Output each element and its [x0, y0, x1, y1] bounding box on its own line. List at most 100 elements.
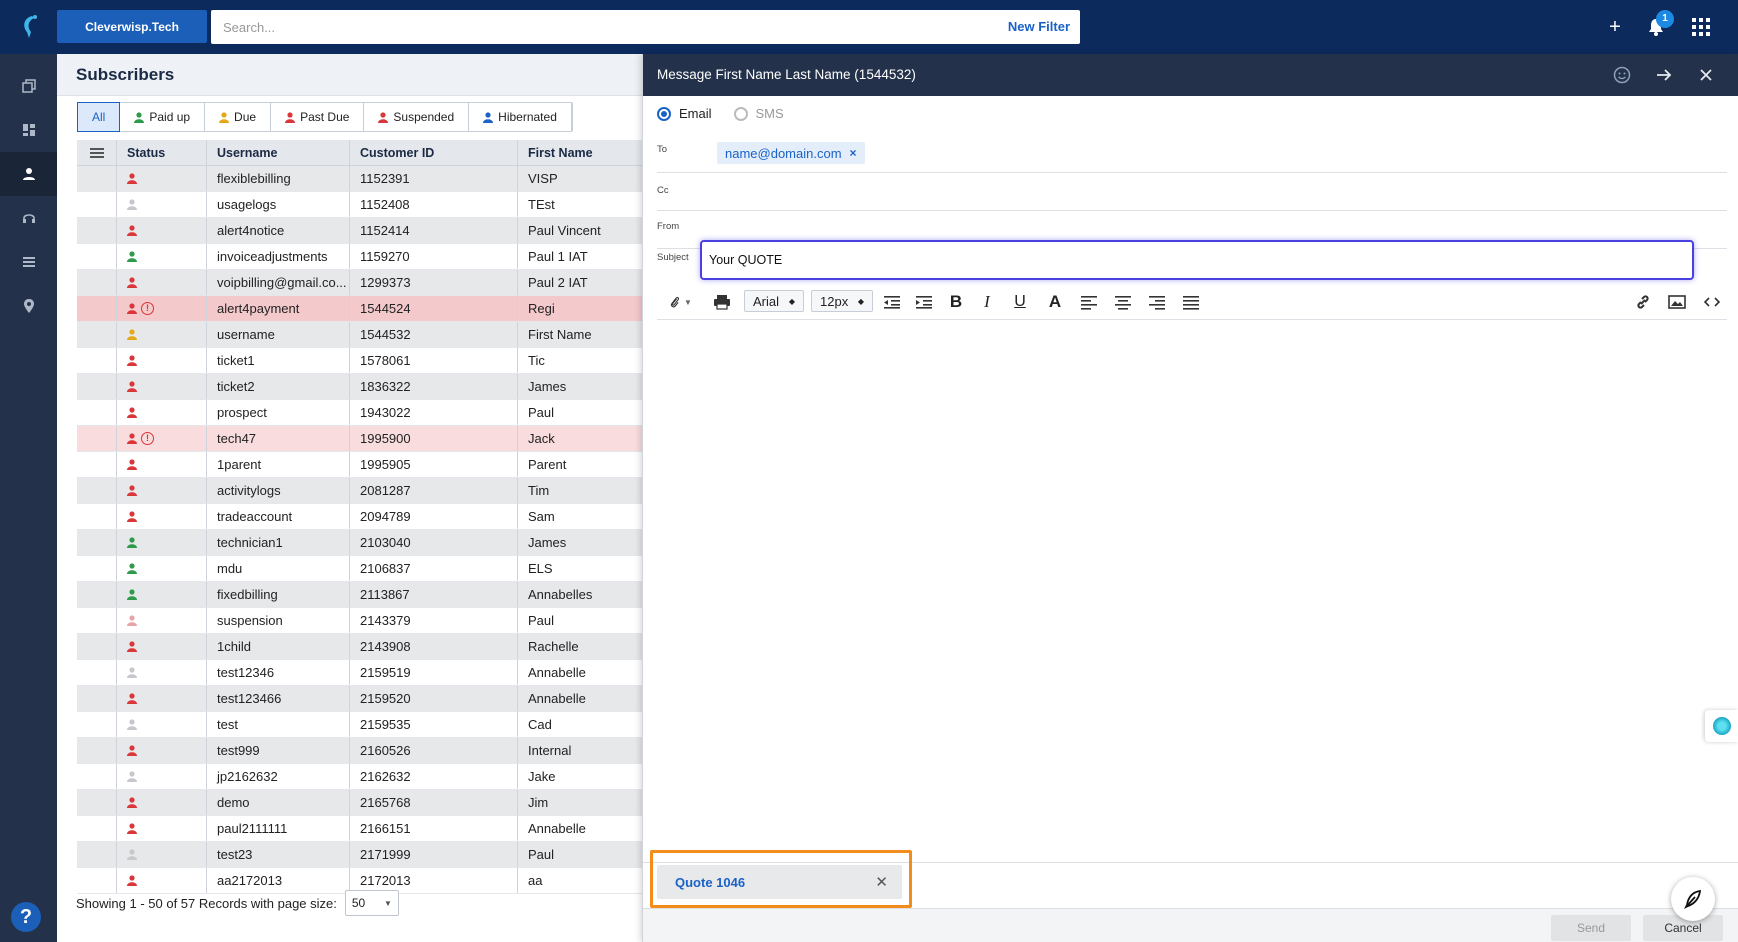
table-row[interactable]: test23 2171999 Paul	[77, 842, 650, 868]
table-row[interactable]: alert4notice 1152414 Paul Vincent	[77, 218, 650, 244]
attach-dropdown[interactable]: ▼	[665, 292, 695, 312]
row-selector[interactable]	[77, 530, 117, 555]
page-size-select[interactable]: 50 ▼	[344, 890, 399, 916]
row-selector[interactable]	[77, 478, 117, 503]
row-selector[interactable]	[77, 296, 117, 321]
filter-tab-past-due[interactable]: Past Due	[271, 103, 365, 131]
row-selector[interactable]	[77, 348, 117, 373]
row-selector[interactable]	[77, 686, 117, 711]
row-selector[interactable]	[77, 166, 117, 191]
table-row[interactable]: paul2111111 2166151 Annabelle	[77, 816, 650, 842]
close-icon[interactable]	[1695, 64, 1717, 86]
table-row[interactable]: test999 2160526 Internal	[77, 738, 650, 764]
table-row[interactable]: test 2159535 Cad	[77, 712, 650, 738]
code-view-icon[interactable]	[1701, 292, 1723, 312]
bold-icon[interactable]: B	[947, 292, 965, 312]
search-input[interactable]	[211, 10, 911, 44]
arrow-right-icon[interactable]	[1653, 64, 1675, 86]
row-selector[interactable]	[77, 608, 117, 633]
message-body-editor[interactable]	[643, 322, 1738, 862]
table-row[interactable]: fixedbilling 2113867 Annabelles	[77, 582, 650, 608]
table-row[interactable]: mdu 2106837 ELS	[77, 556, 650, 582]
emoji-icon[interactable]	[1611, 64, 1633, 86]
align-center-button[interactable]	[1113, 292, 1133, 312]
app-logo-icon[interactable]	[18, 12, 42, 40]
row-selector[interactable]	[77, 634, 117, 659]
table-row[interactable]: ticket2 1836322 James	[77, 374, 650, 400]
table-row[interactable]: technician1 2103040 James	[77, 530, 650, 556]
table-row[interactable]: flexiblebilling 1152391 VISP	[77, 166, 650, 192]
row-selector[interactable]	[77, 842, 117, 867]
cc-field[interactable]: Cc	[657, 173, 1727, 211]
underline-icon[interactable]: U	[1011, 292, 1029, 312]
italic-icon[interactable]: I	[978, 292, 996, 312]
column-header-first-name[interactable]: First Name	[518, 140, 650, 165]
column-header-username[interactable]: Username	[207, 140, 350, 165]
table-row[interactable]: voipbilling@gmail.co... 1299373 Paul 2 IAT	[77, 270, 650, 296]
row-selector[interactable]	[77, 504, 117, 529]
table-row[interactable]: activitylogs 2081287 Tim	[77, 478, 650, 504]
remove-recipient-icon[interactable]: ×	[850, 146, 857, 160]
sidebar-item-map[interactable]	[0, 284, 57, 328]
table-row[interactable]: ! alert4payment 1544524 Regi	[77, 296, 650, 322]
recipient-chip[interactable]: name@domain.com ×	[717, 142, 865, 164]
outdent-button[interactable]	[881, 292, 903, 312]
new-filter-link[interactable]: New Filter	[1008, 19, 1070, 34]
row-selector[interactable]	[77, 426, 117, 451]
row-selector[interactable]	[77, 660, 117, 685]
table-row[interactable]: prospect 1943022 Paul	[77, 400, 650, 426]
image-button[interactable]	[1667, 292, 1687, 312]
table-row[interactable]: demo 2165768 Jim	[77, 790, 650, 816]
font-family-select[interactable]: Arial ◆	[744, 290, 804, 312]
column-header-customer-id[interactable]: Customer ID	[350, 140, 518, 165]
table-row[interactable]: suspension 2143379 Paul	[77, 608, 650, 634]
sidebar-item-dashboard[interactable]	[0, 108, 57, 152]
row-selector[interactable]	[77, 556, 117, 581]
column-menu[interactable]	[77, 140, 117, 165]
sidebar-item-list[interactable]	[0, 240, 57, 284]
table-row[interactable]: 1child 2143908 Rachelle	[77, 634, 650, 660]
table-row[interactable]: usagelogs 1152408 TEst	[77, 192, 650, 218]
sidebar-item-support[interactable]	[0, 196, 57, 240]
print-button[interactable]	[711, 292, 733, 312]
row-selector[interactable]	[77, 452, 117, 477]
email-radio[interactable]: Email	[657, 106, 712, 121]
sms-radio[interactable]: SMS	[733, 106, 784, 121]
add-icon[interactable]: +	[1603, 15, 1627, 39]
row-selector[interactable]	[77, 790, 117, 815]
table-row[interactable]: ticket1 1578061 Tic	[77, 348, 650, 374]
to-field[interactable]: To name@domain.com ×	[657, 138, 1727, 173]
tenant-selector[interactable]: Cleverwisp.Tech	[57, 10, 207, 43]
justify-button[interactable]	[1181, 292, 1201, 312]
row-selector[interactable]	[77, 712, 117, 737]
quick-action-button[interactable]	[1671, 877, 1715, 921]
filter-tab-paid-up[interactable]: Paid up	[120, 103, 206, 131]
assistant-widget[interactable]	[1705, 710, 1738, 742]
table-row[interactable]: invoiceadjustments 1159270 Paul 1 IAT	[77, 244, 650, 270]
filter-tab-suspended[interactable]: Suspended	[364, 103, 470, 131]
row-selector[interactable]	[77, 764, 117, 789]
align-right-button[interactable]	[1147, 292, 1167, 312]
link-button[interactable]	[1633, 292, 1653, 312]
table-row[interactable]: tradeaccount 2094789 Sam	[77, 504, 650, 530]
column-header-status[interactable]: Status	[117, 140, 207, 165]
table-row[interactable]: jp2162632 2162632 Jake	[77, 764, 650, 790]
row-selector[interactable]	[77, 738, 117, 763]
text-color-icon[interactable]: A	[1046, 292, 1064, 312]
table-row[interactable]: test123466 2159520 Annabelle	[77, 686, 650, 712]
row-selector[interactable]	[77, 400, 117, 425]
row-selector[interactable]	[77, 192, 117, 217]
help-button[interactable]: ?	[11, 902, 41, 932]
row-selector[interactable]	[77, 218, 117, 243]
row-selector[interactable]	[77, 270, 117, 295]
sidebar-item-subscribers[interactable]	[0, 152, 57, 196]
row-selector[interactable]	[77, 374, 117, 399]
apps-grid-icon[interactable]	[1692, 18, 1710, 36]
align-left-button[interactable]	[1079, 292, 1099, 312]
filter-tab-due[interactable]: Due	[205, 103, 272, 131]
font-size-select[interactable]: 12px ◆	[811, 290, 873, 312]
table-row[interactable]: 1parent 1995905 Parent	[77, 452, 650, 478]
row-selector[interactable]	[77, 582, 117, 607]
send-button[interactable]: Send	[1551, 915, 1631, 941]
filter-tab-hibernated[interactable]: Hibernated	[469, 103, 572, 131]
